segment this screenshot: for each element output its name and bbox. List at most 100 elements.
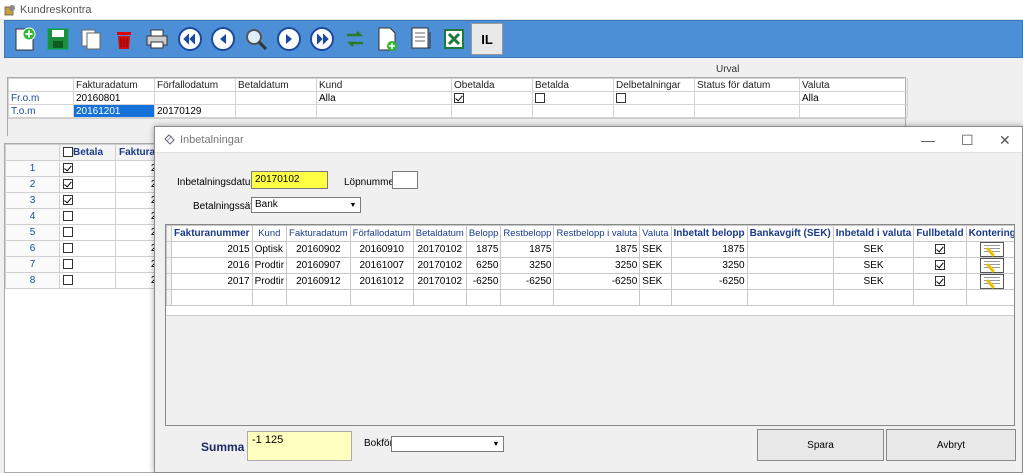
table-row[interactable]: 2017 Prodtir 20160912 20161012 20170102 … <box>166 273 1014 290</box>
col-valuta[interactable]: Valuta <box>639 225 672 242</box>
bankavgift-cell[interactable] <box>746 257 834 274</box>
row-number[interactable]: 6 <box>5 240 60 257</box>
col-fakturadatum[interactable]: Fakturadatum <box>286 225 351 242</box>
table-row[interactable]: 2015 Optisk 20160902 20160910 20170102 1… <box>166 241 1014 258</box>
refresh-button[interactable] <box>339 23 371 55</box>
empty-cell[interactable] <box>349 289 414 306</box>
empty-cell[interactable] <box>746 289 834 306</box>
col-betaldatum[interactable]: Betaldatum <box>412 225 467 242</box>
table-row[interactable]: 6 20 <box>5 240 166 257</box>
copy-button[interactable] <box>75 23 107 55</box>
table-row[interactable]: 2016 Prodtir 20160907 20161007 20170102 … <box>166 257 1014 274</box>
empty-cell[interactable] <box>286 289 351 306</box>
filter-from-fakturadatum[interactable]: 20160801 <box>73 91 155 105</box>
minimize-icon[interactable]: — <box>921 132 935 148</box>
filter-to-fakturadatum[interactable]: 20161201 <box>73 104 155 118</box>
avbryt-button[interactable]: Avbryt <box>886 429 1016 461</box>
fullbetald-checkbox[interactable] <box>934 260 945 271</box>
col-forfallodatum[interactable]: Förfallodatum <box>349 225 414 242</box>
col-restbelopp-valuta[interactable]: Restbelopp i valuta <box>553 225 641 242</box>
betaldatum-cell[interactable]: 20170102 <box>412 257 467 274</box>
empty-cell[interactable] <box>670 289 748 306</box>
kontering-icon[interactable] <box>980 242 1005 257</box>
last-record-button[interactable] <box>306 23 338 55</box>
filter-from-status[interactable] <box>694 91 800 105</box>
obetalda-checkbox[interactable] <box>454 92 464 103</box>
close-icon[interactable]: ✕ <box>999 132 1011 149</box>
maximize-icon[interactable]: ☐ <box>961 132 974 149</box>
row-number[interactable]: 2 <box>5 176 60 193</box>
betala-checkbox[interactable] <box>63 163 73 174</box>
col-inbetalt-belopp[interactable]: Inbetalt belopp <box>670 225 748 242</box>
betala-checkbox[interactable] <box>63 259 73 270</box>
betala-checkbox[interactable] <box>63 179 73 190</box>
inbetald-valuta-cell[interactable]: SEK <box>832 241 915 258</box>
next-record-button[interactable] <box>273 23 305 55</box>
row-number[interactable]: 1 <box>5 160 60 177</box>
row-number[interactable]: 8 <box>5 272 60 289</box>
delbetalningar-checkbox[interactable] <box>616 92 626 103</box>
excel-export-button[interactable] <box>438 23 470 55</box>
filter-to-forfallodatum[interactable]: 20170129 <box>154 104 236 118</box>
lopnummer-field[interactable] <box>392 171 418 189</box>
filter-from-valuta[interactable]: Alla <box>799 91 908 105</box>
inbetalt-cell[interactable]: -6250 <box>670 273 748 290</box>
row-number[interactable]: 4 <box>5 208 60 225</box>
betaldatum-cell[interactable]: 20170102 <box>412 241 467 258</box>
empty-cell[interactable] <box>832 289 915 306</box>
empty-cell[interactable] <box>639 289 672 306</box>
betaldatum-cell[interactable]: 20170102 <box>412 273 467 290</box>
select-all-checkbox[interactable] <box>63 147 73 158</box>
table-row[interactable]: 2 20 <box>5 176 166 193</box>
betala-checkbox[interactable] <box>63 227 73 238</box>
bankavgift-cell[interactable] <box>746 241 834 258</box>
betala-checkbox[interactable] <box>63 243 73 254</box>
empty-cell[interactable] <box>553 289 641 306</box>
save-button[interactable] <box>42 23 74 55</box>
chevron-down-icon[interactable]: ▼ <box>489 437 503 451</box>
first-record-button[interactable] <box>174 23 206 55</box>
fullbetald-checkbox[interactable] <box>934 244 945 255</box>
grid-header-betala[interactable]: Betala <box>59 144 116 161</box>
inbetald-valuta-cell[interactable]: SEK <box>832 257 915 274</box>
new-button[interactable] <box>9 23 41 55</box>
filter-from-kund[interactable]: Alla <box>316 91 452 105</box>
spara-button[interactable]: Spara <box>757 429 884 461</box>
table-row[interactable]: 1 20 <box>5 160 166 177</box>
chevron-down-icon[interactable]: ▼ <box>346 198 360 212</box>
add-document-button[interactable] <box>372 23 404 55</box>
kontering-icon[interactable] <box>980 274 1005 289</box>
print-button[interactable] <box>141 23 173 55</box>
previous-record-button[interactable] <box>207 23 239 55</box>
col-restbelopp[interactable]: Restbelopp <box>500 225 555 242</box>
col-inbetald-valuta[interactable]: Inbetald i valuta <box>832 225 915 242</box>
inbetald-valuta-cell[interactable]: SEK <box>832 273 915 290</box>
row-number[interactable]: 7 <box>5 256 60 273</box>
empty-cell[interactable] <box>965 289 1014 306</box>
filter-from-forfallodatum[interactable] <box>154 91 236 105</box>
betalda-checkbox[interactable] <box>535 92 545 103</box>
inbetalt-cell[interactable]: 1875 <box>670 241 748 258</box>
table-row[interactable]: 3 20 <box>5 192 166 209</box>
betalningssatt-select[interactable]: Bank ▼ <box>251 197 361 213</box>
kontering-icon[interactable] <box>980 258 1005 273</box>
col-fakturanummer[interactable]: Fakturanummer <box>171 225 253 242</box>
empty-cell[interactable] <box>412 289 467 306</box>
filter-from-betaldatum[interactable] <box>235 91 317 105</box>
col-belopp[interactable]: Belopp <box>465 225 502 242</box>
search-button[interactable] <box>240 23 272 55</box>
table-row[interactable]: 7 20 <box>5 256 166 273</box>
new-row[interactable] <box>166 289 1014 306</box>
inbetalt-cell[interactable]: 3250 <box>670 257 748 274</box>
betala-checkbox[interactable] <box>63 275 73 286</box>
col-kontering[interactable]: Kontering <box>965 225 1014 242</box>
delete-button[interactable] <box>108 23 140 55</box>
betala-checkbox[interactable] <box>63 195 73 206</box>
bankavgift-cell[interactable] <box>746 273 834 290</box>
fullbetald-checkbox[interactable] <box>934 276 945 287</box>
filter-to-status[interactable] <box>694 104 800 118</box>
col-fullbetald[interactable]: Fullbetald <box>913 225 967 242</box>
table-row[interactable]: 5 20 <box>5 224 166 241</box>
inbetalningsdatum-field[interactable]: 20170102 <box>251 171 328 189</box>
row-number[interactable]: 5 <box>5 224 60 241</box>
